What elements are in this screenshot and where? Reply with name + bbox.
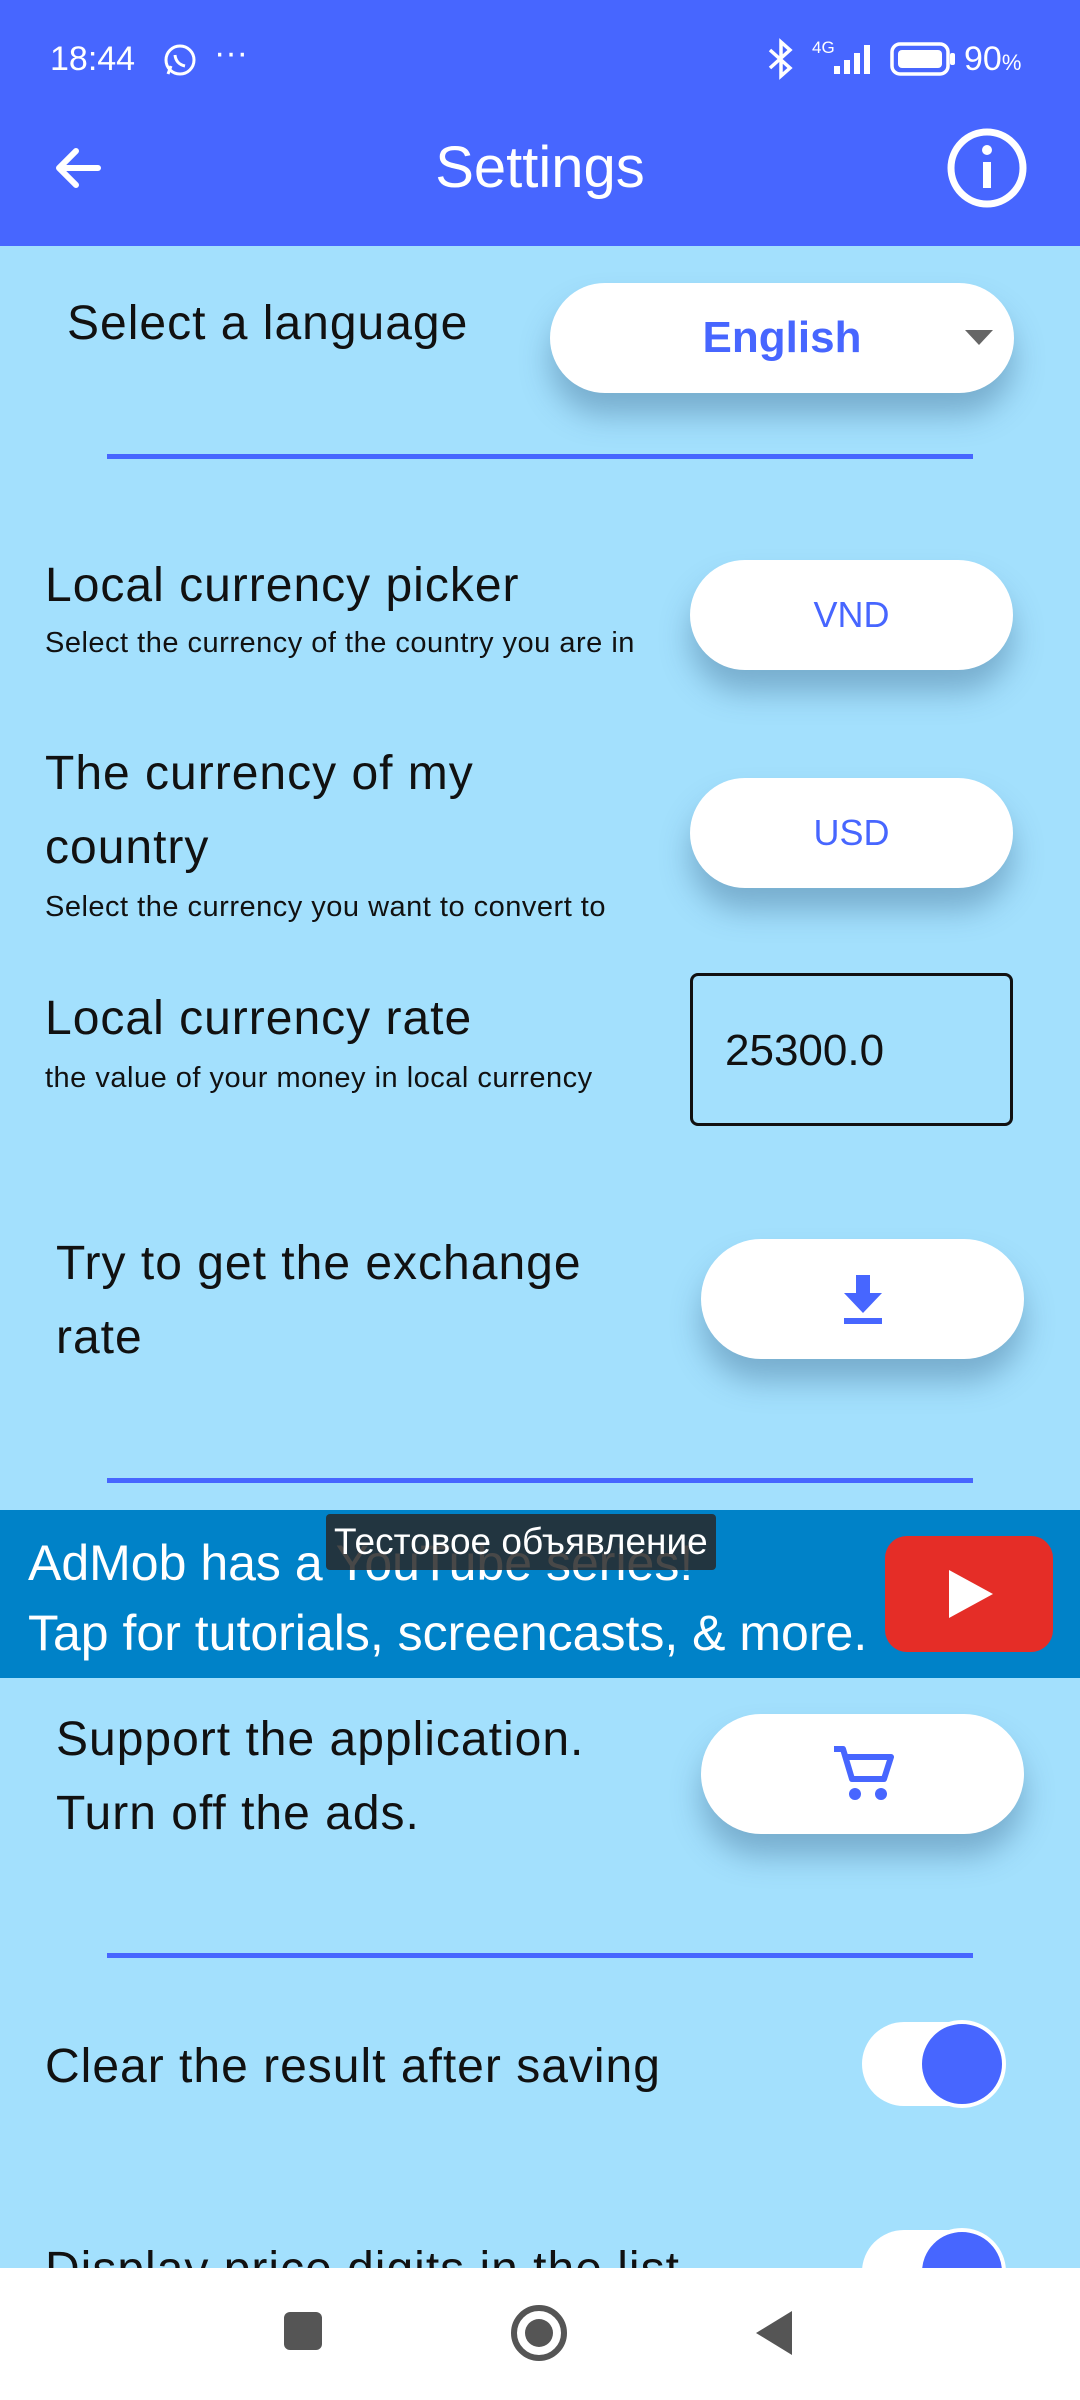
my-currency-title-line2: country xyxy=(45,821,210,874)
section-divider xyxy=(107,1478,973,1483)
page-title: Settings xyxy=(435,135,645,200)
support-label-line1: Support the application. xyxy=(56,1713,585,1766)
rate-title: Local currency rate xyxy=(45,992,473,1045)
clear-result-label: Clear the result after saving xyxy=(45,2040,661,2093)
remove-ads-button[interactable] xyxy=(701,1714,1024,1834)
app-bar: 18:44 ··· 4G 90% Settings xyxy=(0,0,1080,246)
local-currency-subtitle: Select the currency of the country you a… xyxy=(45,627,635,659)
section-divider xyxy=(107,454,973,459)
status-more: ··· xyxy=(214,34,248,72)
system-nav-bar xyxy=(0,2268,1080,2400)
youtube-play-icon xyxy=(885,1536,1053,1652)
support-label-line2: Turn off the ads. xyxy=(56,1787,420,1840)
battery-percent-unit: % xyxy=(1001,50,1022,75)
rate-input[interactable]: 25300.0 xyxy=(690,973,1013,1126)
ad-banner[interactable]: AdMob has a YouTube series! Tap for tuto… xyxy=(0,1510,1080,1678)
language-label: Select a language xyxy=(67,297,469,350)
battery-icon xyxy=(890,42,955,76)
status-time: 18:44 xyxy=(50,40,136,78)
toggle-knob xyxy=(918,2228,1006,2268)
local-currency-value: VND xyxy=(813,594,890,635)
home-circle-icon[interactable] xyxy=(509,2303,569,2363)
clear-result-toggle[interactable] xyxy=(862,2020,1006,2108)
ad-line2: Tap for tutorials, screencasts, & more. xyxy=(28,1605,868,1661)
my-currency-button[interactable]: USD xyxy=(690,778,1013,888)
display-digits-toggle[interactable] xyxy=(862,2228,1006,2268)
display-digits-row: Display price digits in the list xyxy=(0,2190,1080,2268)
bluetooth-icon xyxy=(768,38,793,80)
download-icon xyxy=(843,1275,882,1324)
signal-icon xyxy=(834,45,870,74)
info-icon[interactable] xyxy=(945,126,1029,210)
language-value: English xyxy=(702,313,862,362)
rate-value: 25300.0 xyxy=(725,1026,885,1075)
my-currency-subtitle: Select the currency you want to convert … xyxy=(45,891,606,923)
exchange-label-line1: Try to get the exchange xyxy=(56,1237,582,1290)
my-currency-title-line1: The currency of my xyxy=(45,747,474,800)
battery-percent: 90 xyxy=(964,40,1002,78)
language-dropdown[interactable]: English xyxy=(550,283,1014,393)
display-digits-label: Display price digits in the list xyxy=(45,2242,680,2268)
recents-square-icon[interactable] xyxy=(282,2310,324,2352)
my-currency-value: USD xyxy=(813,812,890,853)
rate-subtitle: the value of your money in local currenc… xyxy=(45,1062,593,1094)
toggle-knob xyxy=(918,2020,1006,2108)
local-currency-button[interactable]: VND xyxy=(690,560,1013,670)
exchange-label-line2: rate xyxy=(56,1311,143,1364)
back-triangle-icon[interactable] xyxy=(752,2307,798,2359)
get-exchange-rate-button[interactable] xyxy=(701,1239,1024,1359)
local-currency-title: Local currency picker xyxy=(45,559,520,612)
section-divider xyxy=(107,1953,973,1958)
cart-icon xyxy=(833,1746,894,1800)
whatsapp-icon xyxy=(164,44,196,76)
dropdown-arrow-icon xyxy=(965,330,993,345)
test-ad-badge: Тестовое объявление xyxy=(326,1514,716,1570)
